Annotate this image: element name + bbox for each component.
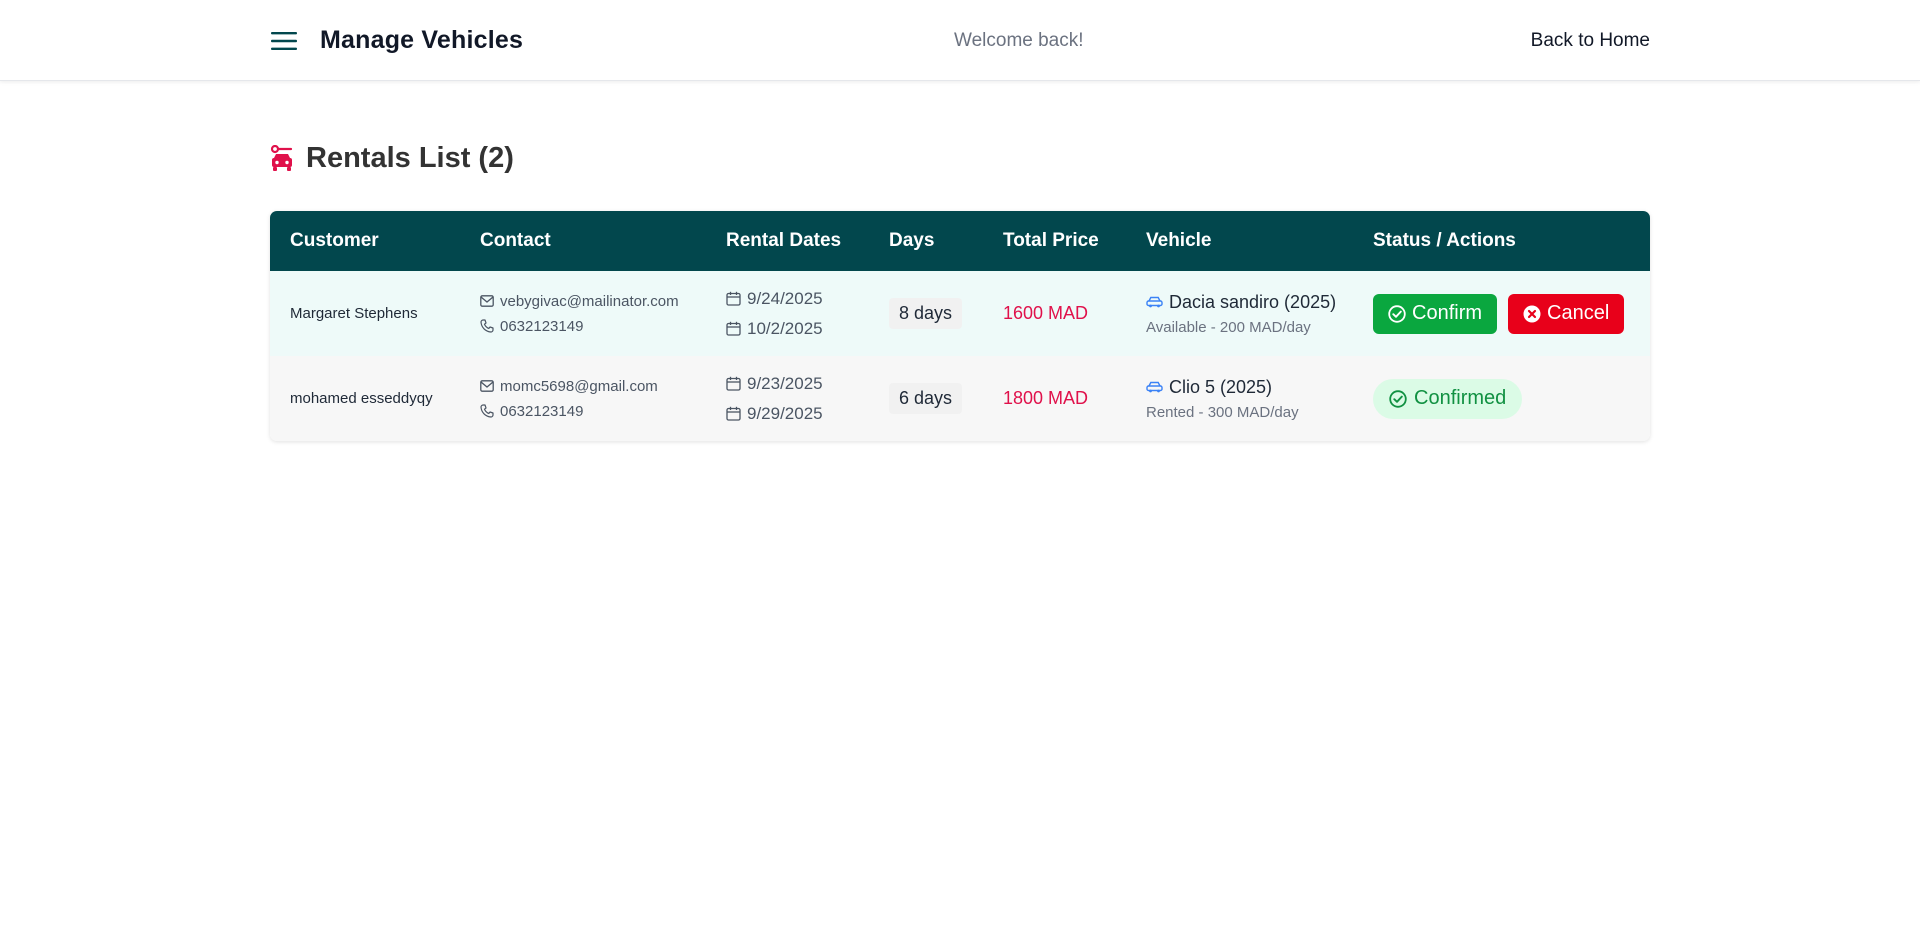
calendar-icon	[726, 291, 741, 306]
column-header-days: Days	[889, 230, 935, 251]
rental-end-date: 9/29/2025	[726, 399, 869, 429]
contact-email: momc5698@gmail.com	[480, 374, 706, 399]
row-actions: Confirm Cancel	[1373, 293, 1650, 334]
check-circle-icon	[1388, 304, 1406, 323]
status-text: Confirmed	[1414, 387, 1507, 409]
phone-text: 0632123149	[500, 317, 584, 335]
column-header-rental-dates: Rental Dates	[726, 230, 842, 251]
table-row: Margaret Stephens vebygivac@mailinator.c…	[270, 271, 1650, 356]
table-row: mohamed esseddyqy momc5698@gmail.com 063…	[270, 356, 1650, 441]
column-header-customer: Customer	[290, 230, 379, 251]
top-navbar: Manage Vehicles Welcome back! Back to Ho…	[0, 0, 1920, 81]
calendar-icon	[726, 321, 741, 336]
x-circle-icon	[1523, 305, 1541, 323]
days-badge: 8 days	[889, 298, 963, 329]
vehicle-name: Dacia sandiro (2025)	[1146, 288, 1353, 316]
start-date-text: 9/23/2025	[747, 373, 823, 393]
confirm-button-label: Confirm	[1412, 302, 1483, 324]
cancel-button[interactable]: Cancel	[1508, 293, 1625, 334]
column-header-contact: Contact	[480, 230, 551, 251]
mail-icon	[480, 295, 494, 307]
customer-name: mohamed esseddyqy	[290, 389, 433, 407]
end-date-text: 10/2/2025	[747, 318, 823, 338]
cancel-button-label: Cancel	[1547, 302, 1610, 324]
vehicle-availability: Available - 200 MAD/day	[1146, 318, 1311, 336]
section-title: Rentals List (2)	[306, 142, 514, 174]
mail-icon	[480, 380, 494, 392]
days-badge: 6 days	[889, 383, 963, 414]
email-text: vebygivac@mailinator.com	[500, 292, 679, 310]
column-header-vehicle: Vehicle	[1146, 230, 1212, 251]
vehicle-name-text: Clio 5 (2025)	[1169, 376, 1273, 397]
rentals-heading: Rentals List (2)	[270, 142, 514, 175]
phone-icon	[480, 319, 494, 333]
car-rental-icon	[270, 144, 294, 173]
rental-end-date: 10/2/2025	[726, 314, 869, 344]
navbar-content: Manage Vehicles Welcome back! Back to Ho…	[270, 0, 1650, 81]
end-date-text: 9/29/2025	[747, 403, 823, 423]
vehicle-availability: Rented - 300 MAD/day	[1146, 403, 1299, 421]
calendar-icon	[726, 406, 741, 421]
customer-name: Margaret Stephens	[290, 304, 418, 322]
phone-icon	[480, 404, 494, 418]
column-header-total-price: Total Price	[1003, 230, 1099, 251]
total-price: 1600 MAD	[1003, 303, 1089, 323]
welcome-message: Welcome back!	[954, 29, 1084, 51]
rental-start-date: 9/24/2025	[726, 284, 869, 314]
page-title: Manage Vehicles	[320, 26, 524, 54]
contact-phone: 0632123149	[480, 314, 706, 339]
rentals-table: Customer Contact Rental Dates Days Total…	[270, 211, 1650, 441]
vehicle-name-text: Dacia sandiro (2025)	[1169, 291, 1337, 312]
contact-email: vebygivac@mailinator.com	[480, 289, 706, 314]
email-text: momc5698@gmail.com	[500, 377, 658, 395]
column-header-status-actions: Status / Actions	[1373, 230, 1516, 251]
menu-icon[interactable]	[270, 27, 298, 55]
vehicle-name: Clio 5 (2025)	[1146, 373, 1353, 401]
rental-start-date: 9/23/2025	[726, 369, 869, 399]
check-circle-icon	[1389, 389, 1407, 408]
car-icon	[1146, 296, 1163, 308]
contact-phone: 0632123149	[480, 399, 706, 424]
total-price: 1800 MAD	[1003, 388, 1089, 408]
table-header-row: Customer Contact Rental Dates Days Total…	[270, 211, 1650, 271]
confirm-button[interactable]: Confirm	[1373, 293, 1498, 334]
phone-text: 0632123149	[500, 402, 584, 420]
calendar-icon	[726, 376, 741, 391]
back-to-home-link[interactable]: Back to Home	[1531, 30, 1650, 52]
start-date-text: 9/24/2025	[747, 288, 823, 308]
status-badge: Confirmed	[1373, 378, 1523, 419]
car-icon	[1146, 381, 1163, 393]
